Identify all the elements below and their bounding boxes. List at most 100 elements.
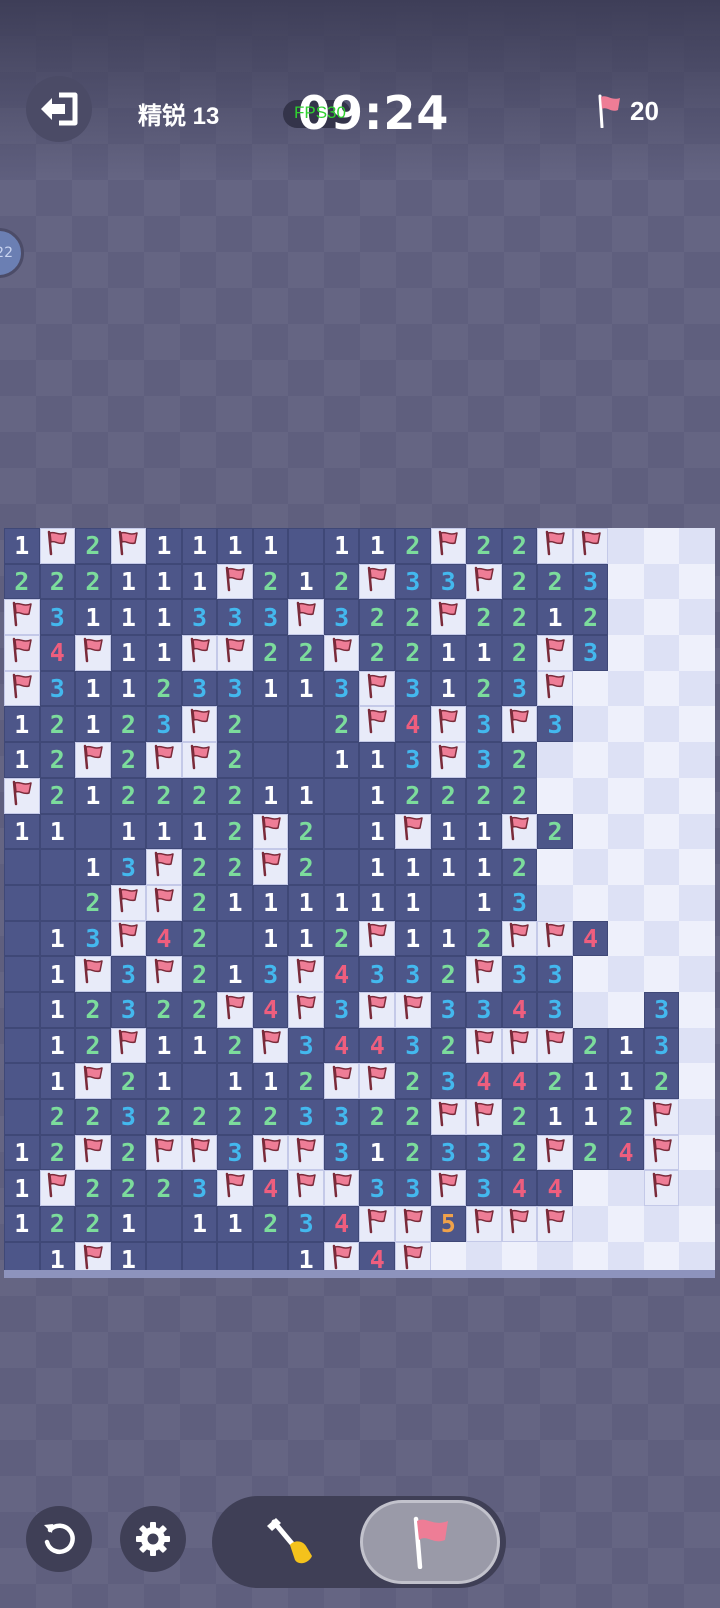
empty-cell[interactable] xyxy=(4,1063,40,1099)
hidden-cell[interactable] xyxy=(572,1170,609,1207)
number-cell[interactable]: 1 xyxy=(146,599,182,636)
number-cell[interactable]: 3 xyxy=(430,1134,467,1171)
number-cell[interactable]: 1 xyxy=(39,1063,76,1099)
number-cell[interactable]: 2 xyxy=(217,849,253,885)
number-cell[interactable]: 3 xyxy=(288,1099,324,1135)
number-cell[interactable]: 4 xyxy=(252,991,289,1028)
number-cell[interactable]: 2 xyxy=(217,777,253,814)
flag-cell[interactable] xyxy=(643,1099,680,1135)
number-cell[interactable]: 3 xyxy=(466,742,502,778)
number-cell[interactable]: 5 xyxy=(430,1206,467,1242)
number-cell[interactable]: 3 xyxy=(252,956,289,992)
number-cell[interactable]: 1 xyxy=(430,813,467,850)
flag-cell[interactable] xyxy=(146,1134,182,1171)
flag-cell[interactable] xyxy=(572,528,609,564)
number-cell[interactable]: 2 xyxy=(466,777,502,814)
number-cell[interactable]: 3 xyxy=(181,670,218,707)
number-cell[interactable]: 2 xyxy=(217,813,253,850)
number-cell[interactable]: 1 xyxy=(110,635,147,671)
number-cell[interactable]: 3 xyxy=(288,1027,324,1064)
hidden-cell[interactable] xyxy=(608,884,644,921)
number-cell[interactable]: 2 xyxy=(217,1027,253,1064)
number-cell[interactable]: 1 xyxy=(572,1063,609,1099)
flag-cell[interactable] xyxy=(217,635,253,671)
number-cell[interactable]: 4 xyxy=(537,1170,573,1207)
number-cell[interactable]: 3 xyxy=(537,706,573,743)
flag-cell[interactable] xyxy=(75,635,111,671)
flag-cell[interactable] xyxy=(537,1027,573,1064)
flag-cell[interactable] xyxy=(146,742,182,778)
flag-cell[interactable] xyxy=(181,1134,218,1171)
empty-cell[interactable] xyxy=(323,849,360,885)
number-cell[interactable]: 1 xyxy=(288,920,324,957)
number-cell[interactable]: 1 xyxy=(359,528,396,564)
hidden-cell[interactable] xyxy=(572,956,609,992)
number-cell[interactable]: 2 xyxy=(608,1099,644,1135)
number-cell[interactable]: 1 xyxy=(39,813,76,850)
hidden-cell[interactable] xyxy=(608,777,644,814)
number-cell[interactable]: 3 xyxy=(323,599,360,636)
number-cell[interactable]: 3 xyxy=(39,599,76,636)
number-cell[interactable]: 2 xyxy=(501,599,538,636)
hidden-cell[interactable] xyxy=(572,991,609,1028)
empty-cell[interactable] xyxy=(4,920,40,957)
flag-cell[interactable] xyxy=(288,1134,324,1171)
hidden-cell[interactable] xyxy=(643,706,680,743)
hidden-cell[interactable] xyxy=(679,563,715,600)
hidden-cell[interactable] xyxy=(608,528,644,564)
number-cell[interactable]: 2 xyxy=(395,1063,431,1099)
hidden-cell[interactable] xyxy=(679,635,715,671)
flag-cell[interactable] xyxy=(643,1134,680,1171)
flag-cell[interactable] xyxy=(288,991,324,1028)
flag-cell[interactable] xyxy=(466,956,502,992)
number-cell[interactable]: 2 xyxy=(75,528,111,564)
number-cell[interactable]: 1 xyxy=(110,670,147,707)
flag-cell[interactable] xyxy=(501,1206,538,1242)
empty-cell[interactable] xyxy=(323,813,360,850)
flag-cell[interactable] xyxy=(181,742,218,778)
empty-cell[interactable] xyxy=(252,706,289,743)
flag-cell[interactable] xyxy=(110,528,147,564)
flag-cell[interactable] xyxy=(4,670,40,707)
number-cell[interactable]: 2 xyxy=(252,1099,289,1135)
flag-cell[interactable] xyxy=(501,920,538,957)
flag-cell[interactable] xyxy=(4,635,40,671)
number-cell[interactable]: 2 xyxy=(430,777,467,814)
number-cell[interactable]: 4 xyxy=(501,1063,538,1099)
number-cell[interactable]: 2 xyxy=(75,1206,111,1242)
hidden-cell[interactable] xyxy=(679,528,715,564)
number-cell[interactable]: 1 xyxy=(323,884,360,921)
number-cell[interactable]: 3 xyxy=(146,706,182,743)
flag-cell[interactable] xyxy=(181,706,218,743)
number-cell[interactable]: 4 xyxy=(146,920,182,957)
empty-cell[interactable] xyxy=(146,1206,182,1242)
number-cell[interactable]: 2 xyxy=(537,813,573,850)
flag-cell[interactable] xyxy=(323,635,360,671)
empty-cell[interactable] xyxy=(4,956,40,992)
number-cell[interactable]: 1 xyxy=(110,599,147,636)
number-cell[interactable]: 4 xyxy=(39,635,76,671)
hidden-cell[interactable] xyxy=(608,920,644,957)
number-cell[interactable]: 3 xyxy=(75,920,111,957)
number-cell[interactable]: 4 xyxy=(252,1170,289,1207)
number-cell[interactable]: 3 xyxy=(537,991,573,1028)
number-cell[interactable]: 2 xyxy=(501,849,538,885)
hidden-cell[interactable] xyxy=(572,884,609,921)
hidden-cell[interactable] xyxy=(679,1027,715,1064)
flag-cell[interactable] xyxy=(181,635,218,671)
hidden-cell[interactable] xyxy=(643,956,680,992)
number-cell[interactable]: 2 xyxy=(146,670,182,707)
number-cell[interactable]: 2 xyxy=(537,563,573,600)
empty-cell[interactable] xyxy=(39,884,76,921)
number-cell[interactable]: 2 xyxy=(501,563,538,600)
number-cell[interactable]: 1 xyxy=(217,956,253,992)
number-cell[interactable]: 2 xyxy=(110,1134,147,1171)
flag-cell[interactable] xyxy=(537,1134,573,1171)
hidden-cell[interactable] xyxy=(537,884,573,921)
hidden-cell[interactable] xyxy=(537,849,573,885)
flag-cell[interactable] xyxy=(146,884,182,921)
flag-cell[interactable] xyxy=(359,1063,396,1099)
hidden-cell[interactable] xyxy=(643,849,680,885)
hidden-cell[interactable] xyxy=(679,1134,715,1171)
hidden-cell[interactable] xyxy=(679,813,715,850)
